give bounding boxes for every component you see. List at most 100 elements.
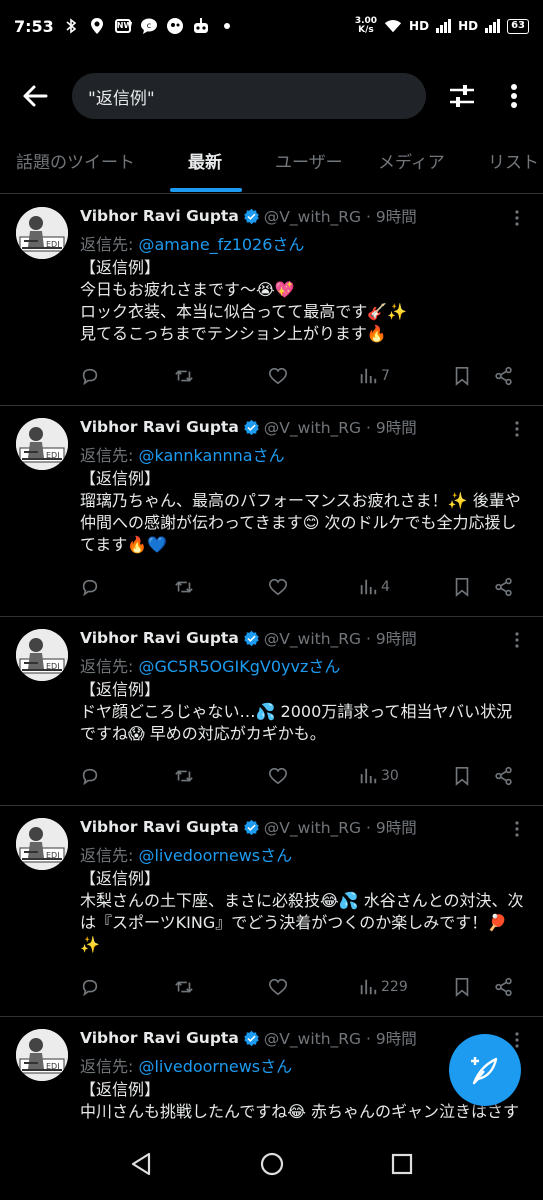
signal-1-icon bbox=[436, 19, 452, 33]
net-speed-unit: K/s bbox=[358, 25, 374, 35]
share-icon[interactable] bbox=[494, 576, 514, 598]
share-icon[interactable] bbox=[494, 765, 514, 787]
search-query: "返信例" bbox=[88, 88, 155, 109]
tweet-text: 【返信例】 今日もお疲れさまです〜😭💖 ロック衣装、本当に似合ってて最高です🎸✨… bbox=[80, 258, 408, 343]
verified-badge-icon bbox=[243, 419, 260, 436]
author-handle-time: @V_with_RG · 9時間 bbox=[263, 208, 417, 226]
author-name[interactable]: Vibhor Ravi Gupta bbox=[80, 1029, 239, 1047]
views-button[interactable]: 7 bbox=[358, 365, 390, 387]
tweet[interactable]: EDI Vibhor Ravi Gupta @V_with_RG · 9時間返信先:… bbox=[0, 406, 543, 617]
compose-feather-icon bbox=[471, 1057, 498, 1085]
search-input[interactable]: "返信例" bbox=[72, 73, 426, 119]
tab-users[interactable]: ユーザー bbox=[275, 140, 343, 193]
network-speed: 3.00 K/s bbox=[355, 17, 377, 35]
reply-to-line: 返信先: @amane_fz1026さん bbox=[80, 231, 527, 254]
search-header: "返信例" bbox=[0, 66, 543, 126]
tweet-text: 【返信例】 木梨さんの土下座、まさに必殺技😂💦 水谷さんとの対決、次は『スポーツ… bbox=[80, 869, 524, 954]
bookmark-icon[interactable] bbox=[452, 765, 472, 787]
tab-lists[interactable]: リスト bbox=[488, 140, 539, 193]
reply-mention-link[interactable]: @GC5R5OGIKgV0yvzさん bbox=[138, 657, 340, 676]
author-name[interactable]: Vibhor Ravi Gupta bbox=[80, 629, 239, 647]
retweet-icon[interactable] bbox=[174, 365, 194, 387]
svg-text:EDI: EDI bbox=[46, 851, 60, 860]
tweet-feed[interactable]: EDI Vibhor Ravi Gupta @V_with_RG · 9時間 返信先:… bbox=[0, 195, 543, 1125]
like-icon[interactable] bbox=[268, 765, 288, 787]
tweet-text: 【返信例】 ドヤ顔どころじゃない…💦 2000万請求って相当ヤバい状況ですね😱 … bbox=[80, 680, 513, 743]
tweet-header: Vibhor Ravi Gupta @V_with_RG · 9時間 bbox=[80, 205, 527, 227]
messenger-icon bbox=[166, 17, 184, 35]
nav-home-icon[interactable] bbox=[258, 1150, 286, 1178]
like-icon[interactable] bbox=[268, 365, 288, 387]
views-icon bbox=[358, 766, 378, 786]
filter-sliders-icon[interactable] bbox=[446, 80, 478, 112]
retweet-icon[interactable] bbox=[174, 976, 194, 998]
bookmark-icon[interactable] bbox=[452, 576, 472, 598]
author-handle-time: @V_with_RG · 9時間 bbox=[263, 630, 417, 648]
author-handle-time: @V_with_RG · 9時間 bbox=[263, 419, 417, 437]
retweet-icon[interactable] bbox=[174, 765, 194, 787]
tweet-more-icon[interactable] bbox=[511, 631, 523, 649]
reply-to-prefix: 返信先: bbox=[80, 446, 139, 465]
reply-mention-link[interactable]: @amane_fz1026さん bbox=[138, 235, 304, 254]
views-count: 4 bbox=[381, 579, 390, 595]
reply-to-line: 返信先: @kannkannnaさん bbox=[80, 442, 527, 465]
views-icon bbox=[358, 366, 378, 386]
tab-latest[interactable]: 最新 bbox=[188, 140, 222, 193]
tweet-text: 【返信例】 瑠璃乃ちゃん、最高のパフォーマンスお疲れさま！✨ 後輩や仲間への感謝… bbox=[80, 469, 521, 554]
tweet-more-icon[interactable] bbox=[511, 420, 523, 438]
status-bar: 7:53 NW c 3.00 K/s HD HD 63 bbox=[0, 0, 543, 52]
system-nav-bar bbox=[0, 1126, 543, 1200]
svg-text:c: c bbox=[147, 21, 151, 30]
like-icon[interactable] bbox=[268, 976, 288, 998]
reply-to-prefix: 返信先: bbox=[80, 657, 139, 676]
reply-mention-link[interactable]: @livedoornewsさん bbox=[138, 846, 292, 865]
avatar[interactable]: EDI bbox=[16, 207, 68, 259]
share-icon[interactable] bbox=[494, 365, 514, 387]
verified-badge-icon bbox=[243, 208, 260, 225]
search-tabs: 話題のツイート 最新 ユーザー メディア リスト bbox=[0, 140, 543, 194]
compose-tweet-button[interactable] bbox=[449, 1034, 521, 1106]
reply-to-line: 返信先: @GC5R5OGIKgV0yvzさん bbox=[80, 653, 527, 676]
views-button[interactable]: 4 bbox=[358, 576, 390, 598]
reply-icon[interactable] bbox=[80, 365, 100, 387]
tweet[interactable]: EDI Vibhor Ravi Gupta @V_with_RG · 9時間返信先:… bbox=[0, 617, 543, 806]
avatar[interactable]: EDI bbox=[16, 418, 68, 470]
avatar[interactable]: EDI bbox=[16, 629, 68, 681]
avatar[interactable]: EDI bbox=[16, 1029, 68, 1081]
verified-badge-icon bbox=[243, 819, 260, 836]
reply-mention-link[interactable]: @livedoornewsさん bbox=[138, 1057, 292, 1076]
reply-icon[interactable] bbox=[80, 765, 100, 787]
views-button[interactable]: 229 bbox=[358, 976, 408, 998]
reply-icon[interactable] bbox=[80, 576, 100, 598]
tweet-actions: 229 bbox=[80, 970, 527, 1004]
avatar[interactable]: EDI bbox=[16, 818, 68, 870]
svg-text:EDI: EDI bbox=[46, 451, 60, 460]
hd-label-1: HD bbox=[409, 19, 430, 33]
views-button[interactable]: 30 bbox=[358, 765, 399, 787]
more-vertical-icon[interactable] bbox=[500, 80, 528, 112]
views-icon bbox=[358, 977, 378, 997]
retweet-icon[interactable] bbox=[174, 576, 194, 598]
views-icon bbox=[358, 577, 378, 597]
author-name[interactable]: Vibhor Ravi Gupta bbox=[80, 418, 239, 436]
back-arrow-icon[interactable] bbox=[20, 80, 52, 112]
reply-icon[interactable] bbox=[80, 976, 100, 998]
tab-top[interactable]: 話題のツイート bbox=[16, 140, 135, 193]
tweet[interactable]: EDI Vibhor Ravi Gupta @V_with_RG · 9時間返信先:… bbox=[0, 195, 543, 406]
tweet[interactable]: EDI Vibhor Ravi Gupta @V_with_RG · 9時間 返信先:… bbox=[0, 806, 543, 1017]
verified-badge-icon bbox=[243, 1030, 260, 1047]
bookmark-icon[interactable] bbox=[452, 976, 472, 998]
tweet-actions: 7 bbox=[80, 359, 527, 393]
author-name[interactable]: Vibhor Ravi Gupta bbox=[80, 207, 239, 225]
tweet-more-icon[interactable] bbox=[511, 820, 523, 838]
nav-recents-icon[interactable] bbox=[388, 1150, 416, 1178]
nav-back-icon[interactable] bbox=[128, 1150, 156, 1178]
author-name[interactable]: Vibhor Ravi Gupta bbox=[80, 818, 239, 836]
share-icon[interactable] bbox=[494, 976, 514, 998]
tweet-more-icon[interactable] bbox=[511, 209, 523, 227]
bookmark-icon[interactable] bbox=[452, 365, 472, 387]
tab-media[interactable]: メディア bbox=[378, 140, 445, 193]
like-icon[interactable] bbox=[268, 576, 288, 598]
reply-mention-link[interactable]: @kannkannnaさん bbox=[138, 446, 284, 465]
tweet-header: Vibhor Ravi Gupta @V_with_RG · 9時間 bbox=[80, 416, 527, 438]
